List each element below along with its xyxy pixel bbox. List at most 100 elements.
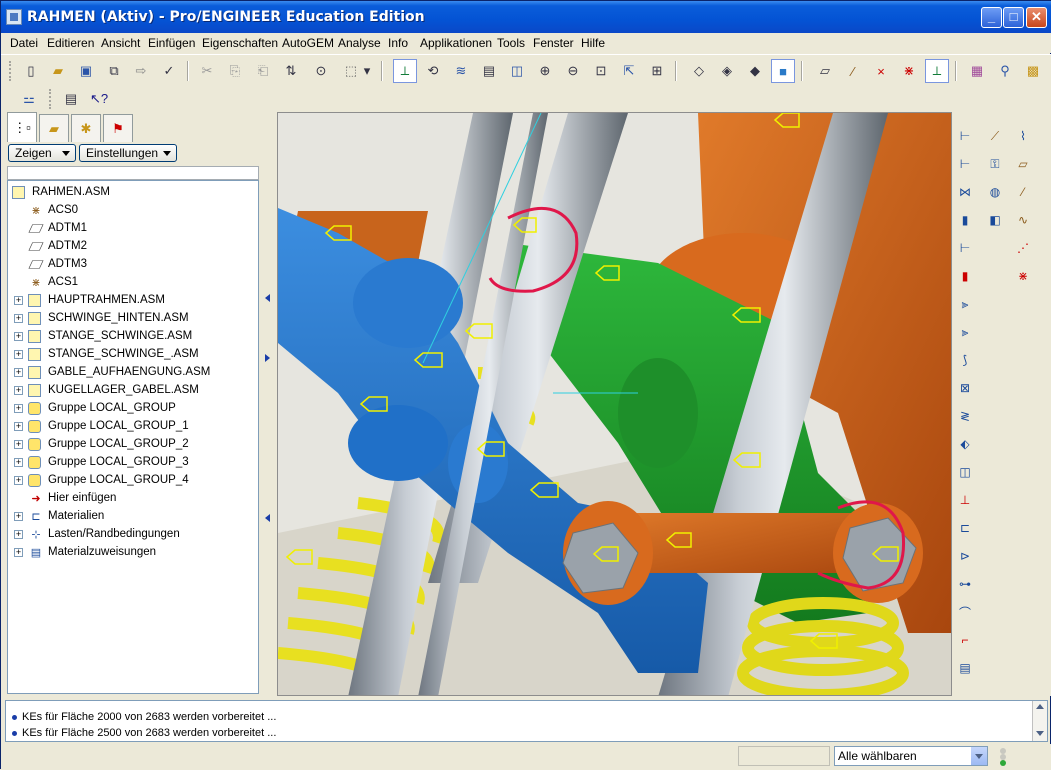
menu-editieren[interactable]: Editieren bbox=[47, 36, 94, 50]
reorient-icon[interactable]: ⇱ bbox=[617, 59, 641, 83]
tag-tool-icon[interactable]: ⌐ bbox=[953, 628, 977, 652]
measure-icon[interactable]: ⌒ bbox=[953, 600, 977, 624]
tab-folder-browser[interactable]: ▰ bbox=[39, 114, 69, 142]
regenerate-icon[interactable]: ⇅ bbox=[279, 59, 303, 83]
zoom-in-icon[interactable]: ⊕ bbox=[533, 59, 557, 83]
expand-icon[interactable]: + bbox=[14, 350, 23, 359]
datum-planes-icon[interactable]: ▱ bbox=[813, 59, 837, 83]
shell-pair-icon[interactable]: ⫸ bbox=[953, 320, 977, 344]
mesh-icon[interactable]: ⚿ bbox=[983, 152, 1007, 176]
no-hidden-icon[interactable]: ◆ bbox=[743, 59, 767, 83]
tree-item[interactable]: ADTM2 bbox=[8, 238, 258, 256]
tree-item[interactable]: + STANGE_SCHWINGE.ASM bbox=[8, 328, 258, 346]
axis-icon[interactable]: ⁄ bbox=[1011, 180, 1035, 204]
expand-icon[interactable]: + bbox=[14, 296, 23, 305]
refit-icon[interactable]: ⊡ bbox=[589, 59, 613, 83]
coordinate-systems-icon[interactable]: ⋇ bbox=[897, 59, 921, 83]
expand-icon[interactable]: + bbox=[14, 314, 23, 323]
expand-right-icon[interactable] bbox=[265, 354, 270, 362]
paste-icon[interactable]: ⎗ bbox=[251, 59, 275, 83]
connection-icon[interactable]: ⊏ bbox=[953, 516, 977, 540]
offset-icon[interactable]: ⊢ bbox=[953, 152, 977, 176]
model-rendering[interactable] bbox=[278, 113, 952, 696]
cut-icon[interactable]: ✂ bbox=[195, 59, 219, 83]
extrude-icon[interactable]: ▮ bbox=[953, 208, 977, 232]
app-icon[interactable] bbox=[6, 9, 22, 25]
spring-icon[interactable]: ≷ bbox=[953, 404, 977, 428]
panel-splitter[interactable] bbox=[263, 112, 273, 696]
rigid-link-icon[interactable]: ⊠ bbox=[953, 376, 977, 400]
tab-connections[interactable]: ⚑ bbox=[103, 114, 133, 142]
menu-analyse[interactable]: Analyse bbox=[338, 36, 381, 50]
load-icon[interactable]: ⊳ bbox=[953, 544, 977, 568]
solid-icon[interactable]: ◧ bbox=[983, 208, 1007, 232]
thermo-icon[interactable]: ▮ bbox=[953, 264, 977, 288]
mass-icon[interactable]: ⬖ bbox=[953, 432, 977, 456]
spin-center-toggle-icon[interactable]: ⟂ bbox=[925, 59, 949, 83]
datum-points-icon[interactable]: × bbox=[869, 59, 893, 83]
plane-icon[interactable]: ▱ bbox=[1011, 152, 1035, 176]
shading-icon[interactable]: ■ bbox=[771, 59, 795, 83]
network-icon[interactable]: ⚍ bbox=[17, 87, 41, 111]
model-tree[interactable]: RAHMEN.ASM ⋇ ACS0 ADTM1 ADTM2 ADTM3 ⋇ ACS1 + HAUP… bbox=[7, 180, 259, 694]
new-file-icon[interactable]: ▯ bbox=[19, 59, 43, 83]
tree-item[interactable]: + Gruppe LOCAL_GROUP_1 bbox=[8, 418, 258, 436]
saved-views-icon[interactable]: ⊞ bbox=[645, 59, 669, 83]
expand-icon[interactable]: + bbox=[14, 458, 23, 467]
save-copy-icon[interactable]: ⧉ bbox=[102, 59, 126, 83]
menu-autogem[interactable]: AutoGEM bbox=[282, 36, 334, 50]
revolve-icon[interactable]: ⊢ bbox=[953, 236, 977, 260]
selection-box-icon[interactable]: ⬚ bbox=[339, 59, 363, 83]
volume-region-icon[interactable]: ◫ bbox=[953, 460, 977, 484]
menu-einfuegen[interactable]: Einfügen bbox=[148, 36, 195, 50]
tree-item[interactable]: + Gruppe LOCAL_GROUP_4 bbox=[8, 472, 258, 490]
menu-applikationen[interactable]: Applikationen bbox=[420, 36, 492, 50]
context-help-icon[interactable]: ↖? bbox=[87, 87, 111, 111]
tree-item[interactable]: + ▤ Materialzuweisungen bbox=[8, 544, 258, 562]
tree-item[interactable]: + Gruppe LOCAL_GROUP_3 bbox=[8, 454, 258, 472]
expand-icon[interactable]: + bbox=[14, 332, 23, 341]
expand-icon[interactable]: + bbox=[14, 548, 23, 557]
scroll-up-icon[interactable] bbox=[1036, 704, 1044, 709]
constraint-icon[interactable]: ⊶ bbox=[953, 572, 977, 596]
expand-icon[interactable]: + bbox=[14, 404, 23, 413]
menu-info[interactable]: Info bbox=[388, 36, 408, 50]
tree-item[interactable]: RAHMEN.ASM bbox=[8, 184, 258, 202]
tree-item[interactable]: + STANGE_SCHWINGE_.ASM bbox=[8, 346, 258, 364]
tree-item[interactable]: + ⊏ Materialien bbox=[8, 508, 258, 526]
point-icon[interactable]: ⋰ bbox=[1011, 236, 1035, 260]
expand-icon[interactable]: + bbox=[14, 530, 23, 539]
tree-item[interactable]: + SCHWINGE_HINTEN.ASM bbox=[8, 310, 258, 328]
spin-center-icon[interactable]: ⟂ bbox=[393, 59, 417, 83]
tree-item[interactable]: + GABLE_AUFHAENGUNG.ASM bbox=[8, 364, 258, 382]
weld-icon[interactable]: ⊥ bbox=[953, 488, 977, 512]
tree-item[interactable]: + KUGELLAGER_GABEL.ASM bbox=[8, 382, 258, 400]
tab-favorites[interactable]: ✱ bbox=[71, 114, 101, 142]
mirror-icon[interactable]: ⋈ bbox=[953, 180, 977, 204]
copy-icon[interactable]: ⎘ bbox=[223, 59, 247, 83]
collapse-left-icon[interactable] bbox=[265, 514, 270, 522]
clipboard-check-icon[interactable]: ✓ bbox=[157, 59, 181, 83]
toolbar-grip[interactable] bbox=[9, 61, 12, 81]
tree-item[interactable]: ➜ Hier einfügen bbox=[8, 490, 258, 508]
material-tool-icon[interactable]: ▤ bbox=[953, 656, 977, 680]
menu-hilfe[interactable]: Hilfe bbox=[581, 36, 605, 50]
tree-item[interactable]: + Gruppe LOCAL_GROUP bbox=[8, 400, 258, 418]
toolbar-grip-2[interactable] bbox=[49, 89, 52, 109]
surface-icon[interactable]: ⌇ bbox=[1011, 124, 1035, 148]
title-bar[interactable]: RAHMEN (Aktiv) - Pro/ENGINEER Education … bbox=[1, 1, 1051, 33]
tree-item[interactable]: + ⊹ Lasten/Randbedingungen bbox=[8, 526, 258, 544]
beam-icon[interactable]: ⫸ bbox=[953, 292, 977, 316]
datum-axes-icon[interactable]: ⁄ bbox=[841, 59, 865, 83]
expand-icon[interactable]: + bbox=[14, 422, 23, 431]
csys-tool-icon[interactable]: ⋇ bbox=[1011, 264, 1035, 288]
maximize-button[interactable]: □ bbox=[1003, 7, 1024, 28]
minimize-button[interactable]: _ bbox=[981, 7, 1002, 28]
expand-icon[interactable]: + bbox=[14, 440, 23, 449]
tab-model-tree[interactable]: ⋮▫ bbox=[7, 112, 37, 142]
expand-icon[interactable]: + bbox=[14, 476, 23, 485]
tree-item[interactable]: + Gruppe LOCAL_GROUP_2 bbox=[8, 436, 258, 454]
menu-fenster[interactable]: Fenster bbox=[533, 36, 574, 50]
settings-dropdown[interactable]: Einstellungen bbox=[79, 144, 177, 162]
datum-plane-tool-icon[interactable]: ⊢ bbox=[953, 124, 977, 148]
